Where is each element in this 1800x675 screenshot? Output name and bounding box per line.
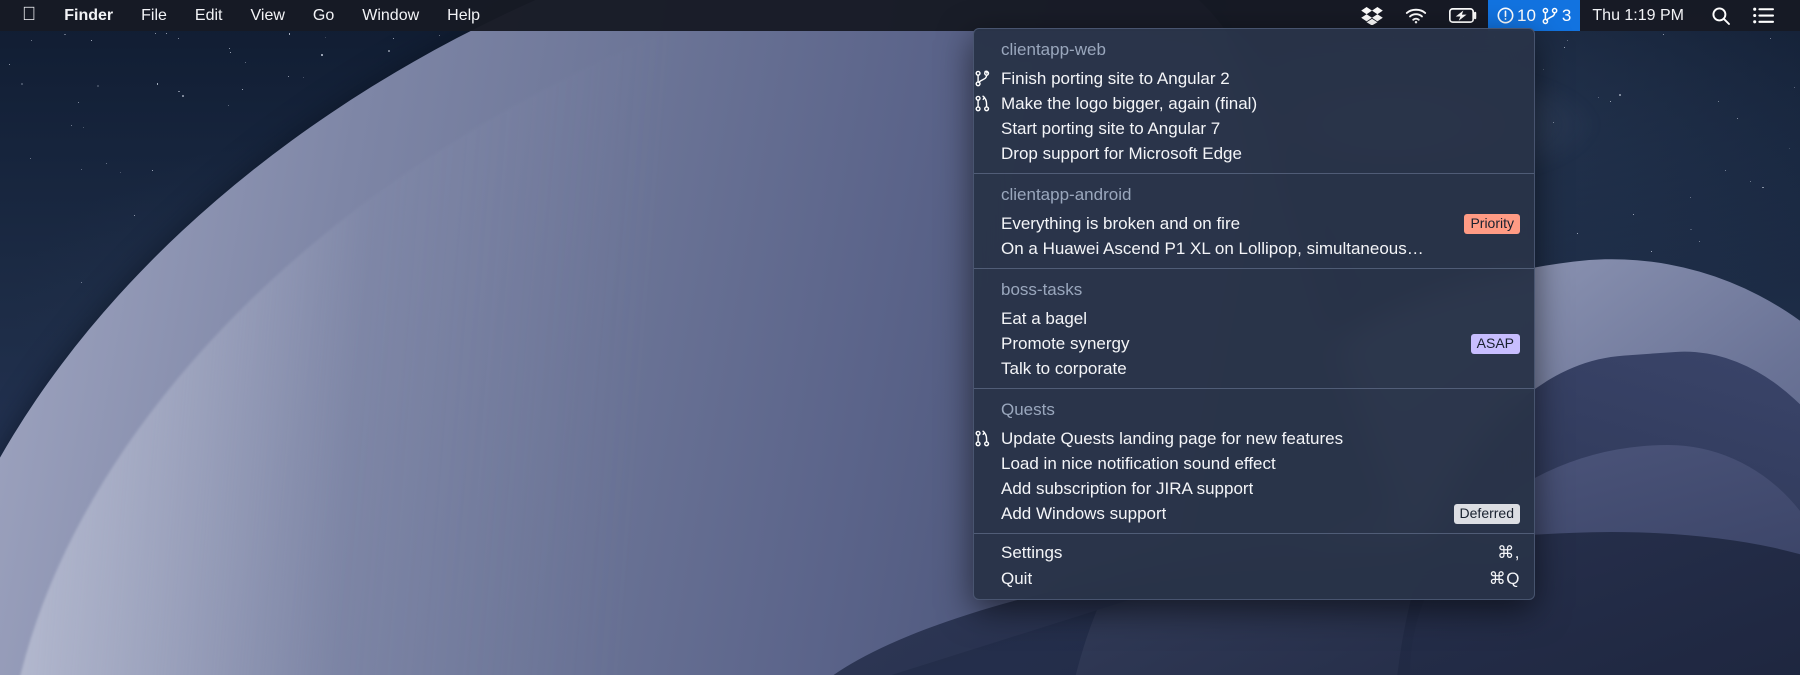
menu-item[interactable]: Add Windows support Deferred	[974, 501, 1534, 526]
menu-item-label: Settings	[1001, 543, 1063, 562]
menu-item-settings[interactable]: Settings ⌘,	[974, 540, 1534, 566]
branches-count: 3	[1561, 5, 1572, 25]
dropbox-icon[interactable]	[1350, 0, 1394, 31]
menu-item-quit[interactable]: Quit ⌘Q	[974, 566, 1534, 592]
menu-item[interactable]: Start porting site to Angular 7	[974, 116, 1534, 141]
menu-item-label: Add Windows support	[1001, 503, 1167, 523]
wifi-icon[interactable]	[1394, 0, 1438, 31]
menu-bar-status-area: 10 3 Thu 1:19 PM	[1350, 0, 1800, 31]
apple-menu-icon[interactable]: 	[18, 0, 50, 33]
menu-item-label: On a Huawei Ascend P1 XL on Lollipop, si…	[1001, 238, 1424, 258]
menu-section-app-commands: Settings ⌘, Quit ⌘Q	[974, 533, 1534, 599]
issues-count: 10	[1517, 5, 1536, 25]
menu-item[interactable]: Eat a bagel	[974, 306, 1534, 331]
menu-item-label: Eat a bagel	[1001, 308, 1088, 328]
git-merge-icon	[974, 70, 991, 87]
status-menu-extra[interactable]: 10 3	[1488, 0, 1581, 31]
menu-item-label: Quit	[1001, 569, 1033, 588]
menu-item[interactable]: Talk to corporate	[974, 356, 1534, 381]
menu-bar:  Finder File Edit View Go Window Help	[0, 0, 1800, 31]
search-icon[interactable]	[1700, 0, 1742, 31]
git-pull-request-icon	[974, 95, 991, 112]
menu-item[interactable]: Promote synergy ASAP	[974, 331, 1534, 356]
menu-bar-item-file[interactable]: File	[127, 0, 181, 31]
alert-circle-icon	[1497, 7, 1514, 24]
menu-bar-item-help[interactable]: Help	[433, 0, 494, 31]
menu-section-clientapp-web: clientapp-web Finish porting site to Ang…	[974, 29, 1534, 173]
notification-center-icon[interactable]	[1742, 0, 1786, 31]
section-header: clientapp-android	[1001, 185, 1132, 204]
git-pull-request-icon	[974, 430, 991, 447]
menu-bar-item-go[interactable]: Go	[299, 0, 348, 31]
menu-item-label: Everything is broken and on fire	[1001, 213, 1241, 233]
menu-item-label: Update Quests landing page for new featu…	[1001, 428, 1344, 448]
menu-item-label: Promote synergy	[1001, 333, 1130, 353]
menu-item-label: Add subscription for JIRA support	[1001, 478, 1254, 498]
menu-item-shortcut: ⌘Q	[1488, 569, 1520, 588]
menu-item-shortcut: ⌘,	[1497, 543, 1520, 562]
menu-bar-left:  Finder File Edit View Go Window Help	[0, 0, 494, 33]
menu-bar-item-window[interactable]: Window	[348, 0, 433, 31]
menu-item-label: Make the logo bigger, again (final)	[1001, 93, 1258, 113]
menu-item-label: Talk to corporate	[1001, 358, 1127, 378]
menu-item-label: Drop support for Microsoft Edge	[1001, 143, 1242, 163]
status-badge: ASAP	[1470, 333, 1520, 354]
battery-charging-icon[interactable]	[1438, 0, 1488, 31]
menu-item-label: Start porting site to Angular 7	[1001, 118, 1221, 138]
menu-item[interactable]: On a Huawei Ascend P1 XL on Lollipop, si…	[974, 236, 1534, 261]
status-badge: Deferred	[1453, 503, 1520, 524]
menu-item[interactable]: Add subscription for JIRA support	[974, 476, 1534, 501]
menu-item[interactable]: Load in nice notification sound effect	[974, 451, 1534, 476]
menu-bar-item-edit[interactable]: Edit	[181, 0, 237, 31]
menu-bar-item-view[interactable]: View	[237, 0, 299, 31]
section-header: clientapp-web	[1001, 40, 1106, 59]
menu-item[interactable]: Make the logo bigger, again (final)	[974, 91, 1534, 116]
menu-section-clientapp-android: clientapp-android Everything is broken a…	[974, 173, 1534, 268]
section-header: Quests	[1001, 400, 1055, 419]
git-branch-icon	[1542, 7, 1558, 25]
section-header: boss-tasks	[1001, 280, 1083, 299]
menu-item-label: Finish porting site to Angular 2	[1001, 68, 1230, 88]
menu-item[interactable]: Update Quests landing page for new featu…	[974, 426, 1534, 451]
status-badge: Priority	[1464, 213, 1520, 234]
menu-item[interactable]: Finish porting site to Angular 2	[974, 66, 1534, 91]
menu-bar-clock[interactable]: Thu 1:19 PM	[1580, 0, 1700, 31]
menu-bar-item-finder[interactable]: Finder	[50, 0, 127, 31]
menu-section-boss-tasks: boss-tasks Eat a bagel Promote synergy A…	[974, 268, 1534, 388]
menu-item[interactable]: Everything is broken and on fire Priorit…	[974, 211, 1534, 236]
status-dropdown-menu: clientapp-web Finish porting site to Ang…	[973, 28, 1535, 600]
menu-item[interactable]: Drop support for Microsoft Edge	[974, 141, 1534, 166]
menu-section-quests: Quests Update Quests landing page for ne…	[974, 388, 1534, 533]
menu-item-label: Load in nice notification sound effect	[1001, 453, 1276, 473]
